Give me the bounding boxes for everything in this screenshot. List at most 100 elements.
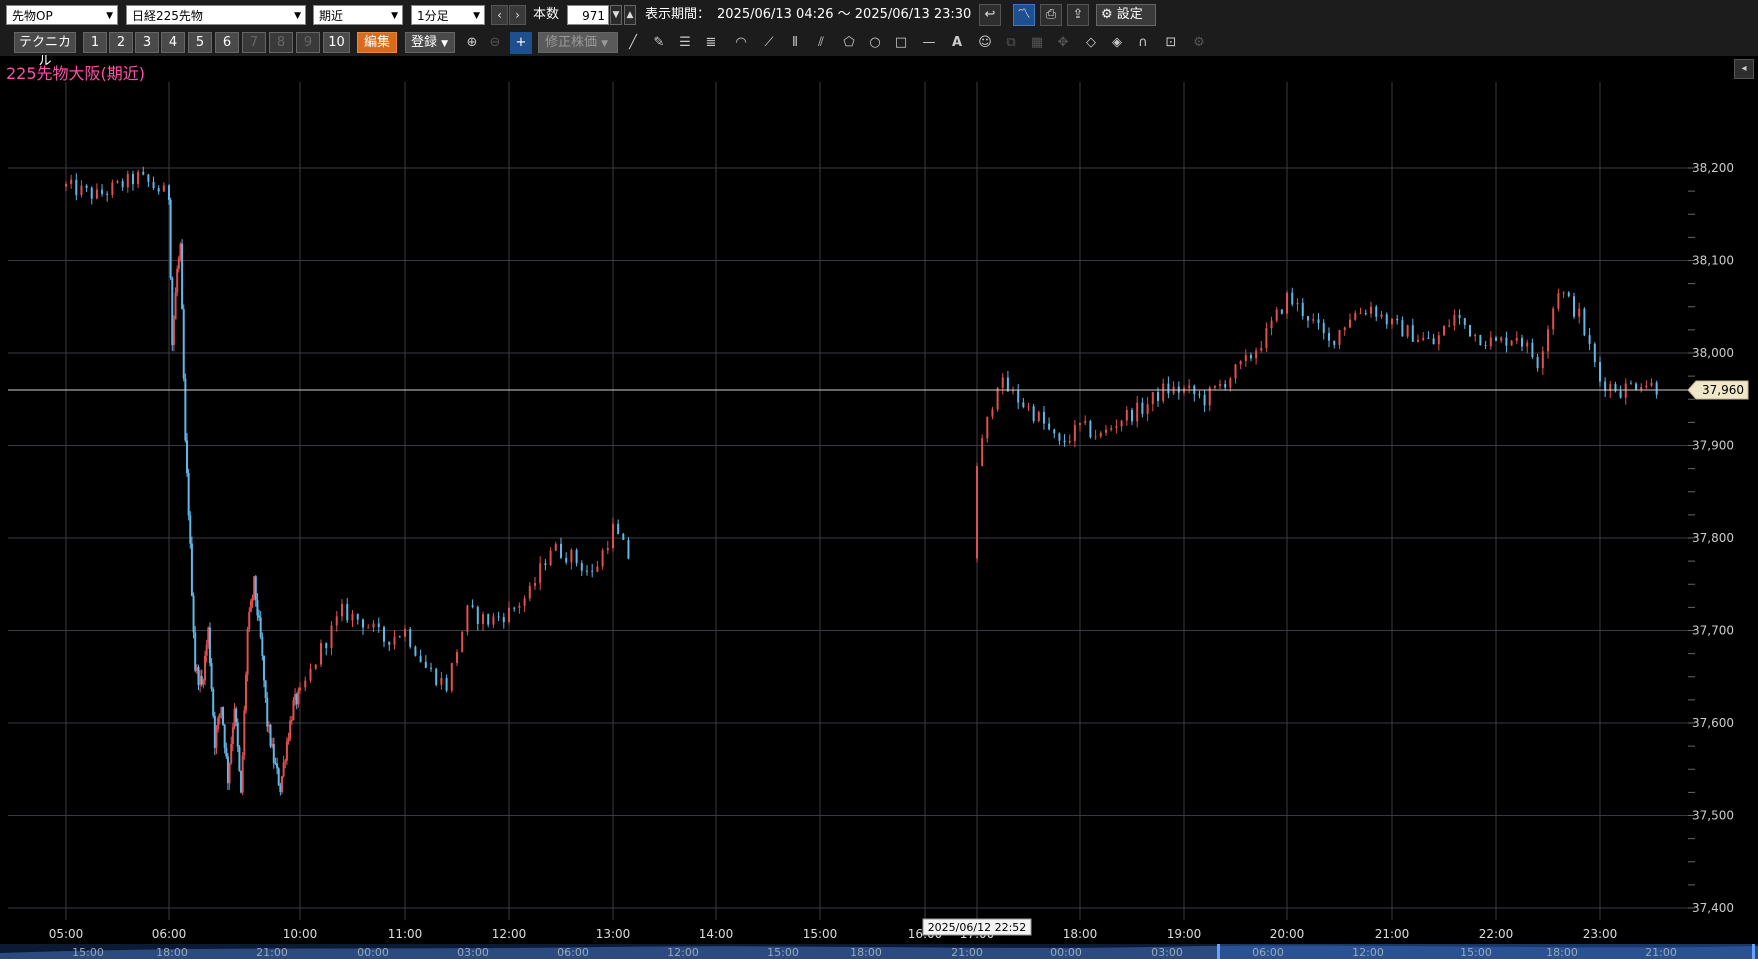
candle-body [1048, 423, 1051, 430]
pentagon-icon[interactable]: ⬠ [838, 32, 860, 54]
vertical-lines-icon[interactable]: ⦀ [784, 32, 806, 54]
gear-icon[interactable]: ⚙ [1188, 32, 1210, 54]
instrument-select[interactable]: 日経225先物 ▼ [126, 5, 306, 25]
stamp-icon[interactable]: ☺ [974, 32, 996, 54]
contract-select[interactable]: 期近 ▼ [313, 5, 403, 25]
undo-icon[interactable]: ↩ [979, 4, 1001, 26]
candle-body [1401, 320, 1404, 337]
candle-body [1079, 422, 1081, 425]
y-tick-label: 37,600 [1692, 716, 1734, 730]
fan-icon[interactable]: ⟋ [758, 32, 780, 54]
candle-body [575, 549, 578, 564]
edit-button[interactable]: 編集 [357, 32, 397, 53]
register-button[interactable]: 登録 ▼ [405, 32, 455, 53]
adjusted-price-label: 修正株価 [545, 35, 598, 50]
chart-type-icon[interactable]: 〽 [1013, 4, 1035, 26]
candle-body [351, 613, 354, 621]
candle-body [1655, 382, 1658, 395]
zoom-out-icon[interactable]: ⊖ [484, 32, 506, 54]
channel-icon[interactable]: ⫽ [810, 32, 832, 54]
print-icon[interactable]: ⎙ [1040, 4, 1062, 26]
candle-body [456, 652, 458, 663]
horizontal-lines-icon[interactable]: ☰ [674, 32, 696, 54]
candle-body [292, 699, 295, 721]
settings-button[interactable]: ⚙ 設定 [1096, 4, 1156, 26]
eraser-icon[interactable]: ◇ [1080, 32, 1102, 54]
x-tick-label: 06:00 [152, 927, 187, 941]
candle-body [1536, 357, 1539, 369]
trendline-icon[interactable]: ╱ [622, 32, 644, 54]
candle-body [70, 179, 73, 184]
count-input[interactable]: 971 [567, 5, 609, 25]
candle-body [248, 611, 251, 629]
text-icon[interactable]: A [946, 32, 968, 54]
candle-body [1427, 337, 1430, 339]
candle-body [622, 533, 625, 540]
candle-body [1017, 389, 1020, 403]
export-icon[interactable]: ⇪ [1067, 4, 1089, 26]
preset-6-button[interactable]: 6 [215, 32, 239, 53]
preset-8-button[interactable]: 8 [269, 32, 293, 53]
price-chart[interactable]: 38,200 38,100 38,000 37,900 37,800 37,700 37,6… [0, 0, 1758, 959]
zoom-in-icon[interactable]: ⊕ [461, 32, 483, 54]
next-button[interactable]: › [509, 5, 526, 25]
candle-body [272, 743, 275, 763]
adjusted-price-select[interactable]: 修正株価 ▼ [538, 32, 618, 53]
candle-body [1443, 326, 1445, 336]
candle-body [419, 655, 422, 662]
tools-toolbar: テクニカル 1 2 3 4 5 6 7 8 9 10 編集 登録 ▼ ⊕ ⊖ +… [0, 28, 1758, 69]
candle-body [1307, 316, 1309, 321]
time-navigator[interactable]: 15:00 18:00 21:00 00:00 03:00 06:00 12:00 15:00… [0, 944, 1758, 959]
arc-icon[interactable]: ◠ [730, 32, 752, 54]
candle-body [217, 718, 220, 729]
candle-body [1359, 313, 1362, 315]
candle-body [476, 607, 479, 624]
crosshair-icon[interactable]: + [510, 32, 532, 54]
interval-select[interactable]: 1分足 ▼ [411, 5, 485, 25]
grid-icon[interactable]: ▦ [1026, 32, 1048, 54]
candle-body [1505, 337, 1508, 346]
candle-body [404, 628, 406, 637]
candle-body [1557, 293, 1560, 309]
product-select[interactable]: 先物OP ▼ [6, 5, 118, 25]
candle-body [266, 698, 269, 727]
preset-4-button[interactable]: 4 [161, 32, 185, 53]
candle-body [1022, 402, 1025, 407]
eraser-all-icon[interactable]: ◈ [1106, 32, 1128, 54]
candle-body [90, 187, 93, 199]
preset-10-button[interactable]: 10 [323, 32, 350, 53]
prev-button[interactable]: ‹ [491, 5, 508, 25]
preset-1-button[interactable]: 1 [83, 32, 107, 53]
collapse-panel-icon[interactable]: ◂ [1734, 59, 1754, 79]
move-icon[interactable]: ✥ [1052, 32, 1074, 54]
preset-2-button[interactable]: 2 [109, 32, 133, 53]
candle-body [187, 473, 190, 516]
circle-icon[interactable]: ○ [864, 32, 886, 54]
ruler-icon[interactable]: ✎ [648, 32, 670, 54]
copy-icon[interactable]: ⧉ [1000, 32, 1022, 54]
preset-3-button[interactable]: 3 [135, 32, 159, 53]
candle-body [1463, 318, 1466, 325]
count-dropdown-button[interactable]: ▼ [610, 5, 622, 25]
preset-7-button[interactable]: 7 [242, 32, 266, 53]
candle-body [1006, 377, 1009, 392]
candle-body [1224, 384, 1227, 388]
candle-body [1364, 313, 1367, 315]
horizontal-line-icon[interactable]: — [918, 32, 940, 54]
count-stepper[interactable]: ▲ [624, 5, 636, 25]
technical-button[interactable]: テクニカル [14, 32, 76, 69]
candle-body [1343, 327, 1346, 331]
preset-5-button[interactable]: 5 [188, 32, 212, 53]
preset-9-button[interactable]: 9 [296, 32, 320, 53]
navigator-tick-label: 12:00 [667, 946, 699, 959]
navigator-tick-label: 18:00 [1546, 946, 1578, 959]
magnet-icon[interactable]: ∩ [1132, 32, 1154, 54]
candle-body [1453, 314, 1456, 326]
candle-body [168, 185, 170, 200]
x-tick-label: 15:00 [803, 927, 838, 941]
rectangle-icon[interactable]: □ [890, 32, 912, 54]
candle-body [398, 636, 401, 638]
lock-icon[interactable]: ⊡ [1160, 32, 1182, 54]
candle-body [208, 627, 211, 664]
fibonacci-icon[interactable]: ≣ [700, 32, 722, 54]
